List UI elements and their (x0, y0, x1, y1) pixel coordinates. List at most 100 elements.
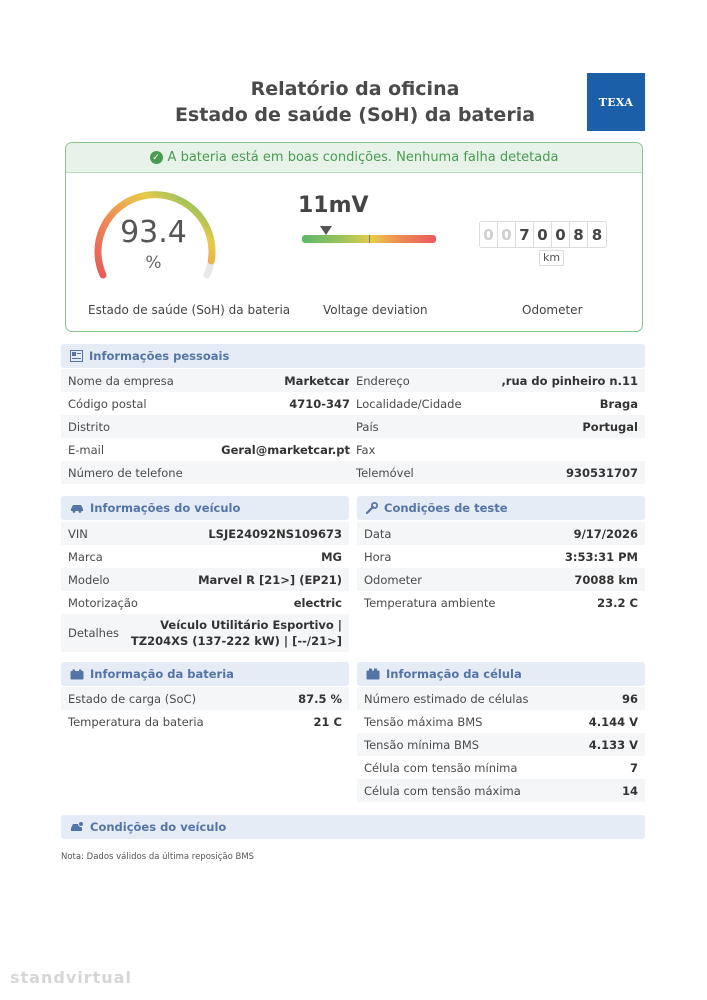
table-row: País Portugal (349, 415, 645, 438)
odometer-caption: Odometer (522, 303, 583, 317)
odometer-digit: 0 (480, 222, 498, 247)
battery-icon (70, 669, 84, 679)
row-label: Localidade/Cidade (356, 396, 462, 411)
row-value: MG (321, 549, 342, 564)
check-circle-icon: ✓ (149, 151, 163, 164)
table-row: E-mail Geral@marketcar.pt (61, 438, 357, 461)
table-row: Motorização electric (61, 591, 349, 614)
row-value: electric (293, 595, 342, 610)
watermark: standvirtual (10, 968, 132, 987)
voltage-deviation-marker (320, 226, 332, 235)
row-label: E-mail (68, 442, 105, 457)
row-value: Portugal (582, 419, 638, 434)
row-value: Geral@marketcar.pt (221, 442, 350, 457)
row-value: 3:53:31 PM (564, 549, 638, 564)
row-label: Distrito (68, 419, 111, 434)
voltage-deviation-tick (369, 235, 370, 243)
row-label: Número estimado de células (364, 691, 529, 706)
row-label: País (356, 419, 379, 434)
row-label: Modelo (68, 572, 110, 587)
row-label: Odometer (364, 572, 422, 587)
odometer-digit: 8 (570, 222, 588, 247)
table-row: Marca MG (61, 545, 349, 568)
battery-status-card: ✓ A bateria está em boas condições. Nenh… (65, 142, 643, 332)
soh-unit: % (145, 253, 162, 273)
section-title: Condições do veículo (90, 820, 227, 834)
row-value: 930531707 (565, 465, 638, 480)
row-label: Célula com tensão mínima (364, 760, 518, 775)
table-row: Temperatura ambiente 23.2 C (357, 591, 645, 614)
row-label: Célula com tensão máxima (364, 783, 521, 798)
voltage-caption: Voltage deviation (323, 303, 428, 317)
row-value: 4.144 V (588, 714, 638, 729)
row-value: Veículo Utilitário Esportivo | TZ204XS (… (130, 618, 342, 648)
table-row: Célula com tensão máxima 14 (357, 779, 645, 802)
section-title: Informação da bateria (90, 667, 234, 681)
row-label: Data (364, 526, 392, 541)
row-value: Marvel R [21>] (EP21) (198, 572, 342, 587)
row-value: 87.5 % (298, 691, 342, 706)
row-value: 23.2 C (597, 595, 638, 610)
odometer-digit: 7 (516, 222, 534, 247)
section-test-conditions: Condições de teste (357, 496, 645, 520)
row-value: 4.133 V (588, 737, 638, 752)
table-row: Temperatura da bateria 21 C (61, 710, 349, 733)
section-title: Informações do veículo (90, 501, 241, 515)
footnote: Nota: Dados válidos da última reposição … (61, 852, 255, 862)
row-value: 70088 km (574, 572, 638, 587)
section-battery-info: Informação da bateria (61, 662, 349, 686)
texa-logo: TEXA (587, 73, 645, 131)
table-row: Tensão mínima BMS 4.133 V (357, 733, 645, 756)
row-label: Temperatura da bateria (68, 714, 204, 729)
table-row: Telemóvel 930531707 (349, 461, 645, 484)
row-value: 4710-347 (289, 396, 350, 411)
row-label: Nome da empresa (68, 373, 174, 388)
table-row: Endereço ,rua do pinheiro n.11 (349, 369, 645, 392)
odometer-digit: 0 (498, 222, 516, 247)
row-label: Temperatura ambiente (364, 595, 496, 610)
row-value: 7 (629, 760, 638, 775)
row-label: Número de telefone (68, 465, 183, 480)
row-value: 14 (621, 783, 638, 798)
id-card-icon (70, 350, 83, 362)
battery-cells-icon (366, 668, 380, 680)
row-label: Motorização (68, 595, 138, 610)
row-value: 9/17/2026 (573, 526, 638, 541)
odometer-display: 0070088 (479, 221, 607, 248)
row-value: 96 (621, 691, 638, 706)
row-value: LSJE24092NS109673 (208, 526, 342, 541)
section-title: Informações pessoais (89, 349, 230, 363)
report-title-line2: Estado de saúde (SoH) da bateria (174, 104, 536, 126)
section-cell-info: Informação da célula (357, 662, 645, 686)
table-row: Tensão máxima BMS 4.144 V (357, 710, 645, 733)
row-label: VIN (68, 526, 88, 541)
row-label: Fax (356, 442, 376, 457)
status-banner: ✓ A bateria está em boas condições. Nenh… (66, 143, 642, 173)
table-row: Código postal 4710-347 (61, 392, 357, 415)
row-label: Estado de carga (SoC) (68, 691, 197, 706)
row-label: Detalhes (68, 626, 120, 640)
soh-value: 93.4 (120, 215, 187, 250)
section-vehicle-conditions: Condições do veículo (61, 815, 645, 839)
row-label: Telemóvel (356, 465, 414, 480)
odometer-digit: 8 (591, 225, 603, 244)
table-row: Distrito (61, 415, 357, 438)
table-row: Data 9/17/2026 (357, 522, 645, 545)
table-row: Fax (349, 438, 645, 461)
table-row: Hora 3:53:31 PM (357, 545, 645, 568)
row-label: Hora (364, 549, 392, 564)
section-title: Condições de teste (384, 501, 508, 515)
table-row: Modelo Marvel R [21>] (EP21) (61, 568, 349, 591)
row-label: Tensão máxima BMS (364, 714, 483, 729)
table-row: Estado de carga (SoC) 87.5 % (61, 687, 349, 710)
section-vehicle-info: Informações do veículo (61, 496, 349, 520)
odometer-unit: km (539, 250, 565, 266)
row-label: Código postal (68, 396, 147, 411)
status-message: A bateria está em boas condições. Nenhum… (167, 150, 559, 165)
table-row: Detalhes Veículo Utilitário Esportivo | T… (61, 614, 349, 652)
table-row: Odometer 70088 km (357, 568, 645, 591)
table-row: Nome da empresa Marketcar (61, 369, 357, 392)
table-row: Número estimado de células 96 (357, 687, 645, 710)
row-value: Braga (599, 396, 638, 411)
section-personal-info: Informações pessoais (61, 344, 645, 368)
